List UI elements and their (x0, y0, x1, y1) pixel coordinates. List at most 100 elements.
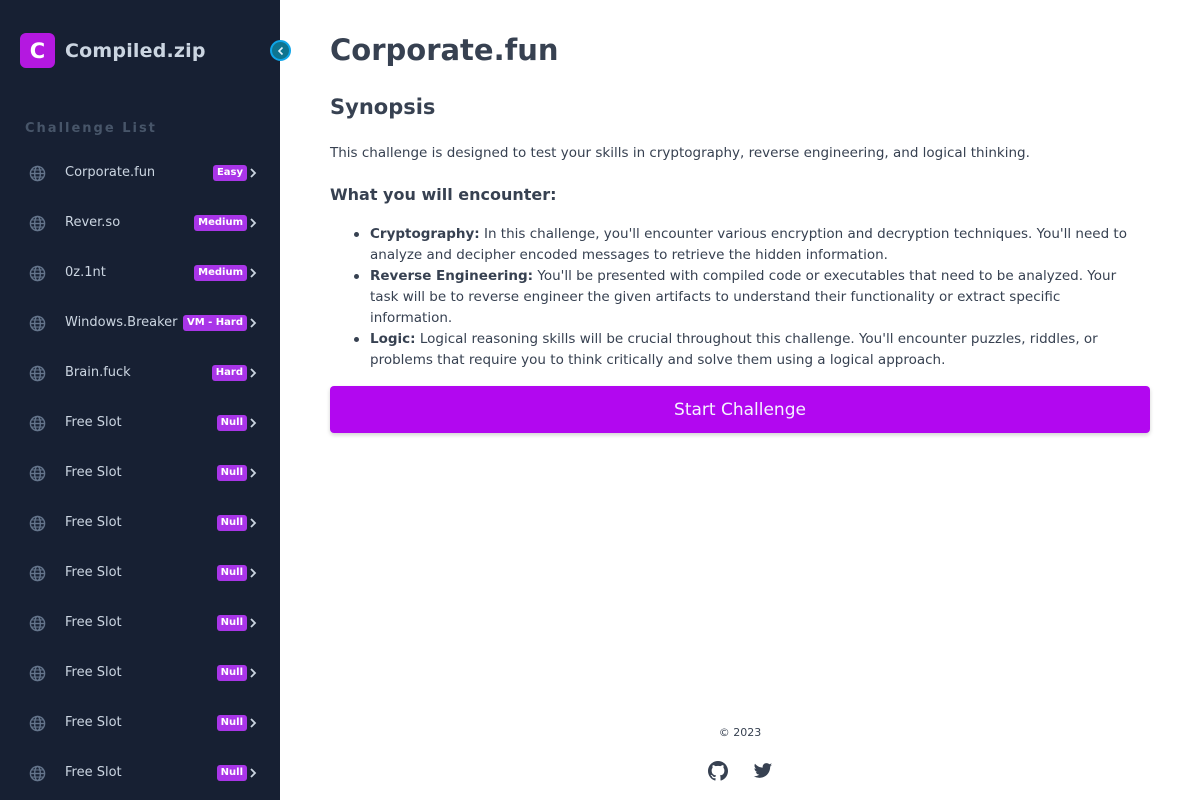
sidebar-item-label: Free Slot (65, 415, 122, 430)
globe-icon (29, 365, 46, 382)
encounter-item-logic: Logic: Logical reasoning skills will be … (330, 329, 1150, 371)
chevron-right-icon (250, 668, 257, 678)
globe-icon (29, 765, 46, 782)
encounter-desc-line1: In this challenge, you'll encounter vari… (483, 226, 1127, 242)
copyright: © 2023 (718, 726, 762, 739)
chevron-left-icon (277, 46, 283, 55)
sidebar-item[interactable]: Corporate.fun Easy (0, 148, 280, 198)
start-challenge-button[interactable]: Start Challenge (330, 386, 1150, 433)
challenge-list: Corporate.fun Easy Rever.so Medium 0z.1nt Med… (0, 148, 280, 798)
globe-icon (29, 215, 46, 232)
encounter-desc-line1: Logical reasoning skills will be crucial… (419, 331, 1098, 347)
sidebar-item[interactable]: Free Slot Null (0, 598, 280, 648)
encounter-item-reverse-engineering: Reverse Engineering: You'll be presented… (330, 266, 1150, 329)
chevron-right-icon (250, 218, 257, 228)
globe-icon (29, 315, 46, 332)
sidebar-item[interactable]: Free Slot Null (0, 498, 280, 548)
difficulty-badge: Easy (212, 165, 247, 181)
bullet-icon (354, 232, 359, 237)
collapse-sidebar-button[interactable] (270, 40, 291, 61)
difficulty-badge: Null (216, 565, 247, 581)
sidebar-item-label: Free Slot (65, 765, 122, 780)
sidebar-item[interactable]: Brain.fuck Hard (0, 348, 280, 398)
difficulty-badge: Null (216, 415, 247, 431)
encounter-desc-line3: information. (370, 310, 453, 326)
encounter-term: Logic: (370, 331, 416, 347)
bullet-icon (354, 337, 359, 342)
sidebar-item-label: Free Slot (65, 615, 122, 630)
brand-name: Compiled.zip (65, 39, 206, 62)
sidebar-item-label: Rever.so (65, 215, 121, 230)
sidebar-item[interactable]: Windows.Breaker VM - Hard (0, 298, 280, 348)
sidebar-item[interactable]: Free Slot Null (0, 548, 280, 598)
social-links (280, 761, 1200, 781)
difficulty-badge: Null (216, 615, 247, 631)
difficulty-badge: Medium (194, 215, 247, 231)
page-title: Corporate.fun (330, 33, 559, 67)
chevron-right-icon (250, 568, 257, 578)
footer: © 2023 (280, 726, 1200, 781)
chevron-right-icon (250, 268, 257, 278)
sidebar-item[interactable]: Free Slot Null (0, 748, 280, 798)
chevron-right-icon (250, 418, 257, 428)
twitter-icon[interactable] (753, 761, 773, 781)
encounter-term: Cryptography: (370, 226, 480, 242)
chevron-right-icon (250, 168, 257, 178)
chevron-right-icon (250, 518, 257, 528)
globe-icon (29, 565, 46, 582)
sidebar-item-label: Free Slot (65, 515, 122, 530)
chevron-right-icon (250, 368, 257, 378)
difficulty-badge: Null (216, 465, 247, 481)
bullet-icon (354, 274, 359, 279)
sidebar-item[interactable]: Free Slot Null (0, 648, 280, 698)
difficulty-badge: Null (216, 715, 247, 731)
difficulty-badge: VM - Hard (182, 315, 247, 331)
difficulty-badge: Null (216, 765, 247, 781)
encounter-heading: What you will encounter: (330, 185, 557, 204)
sidebar: C Compiled.zip Challenge List Corporate.… (0, 0, 280, 800)
brand-logo: C (20, 33, 55, 68)
globe-icon (29, 165, 46, 182)
sidebar-item[interactable]: Free Slot Null (0, 448, 280, 498)
globe-icon (29, 615, 46, 632)
challenge-list-heading: Challenge List (25, 121, 157, 136)
chevron-right-icon (250, 618, 257, 628)
encounter-list: Cryptography: In this challenge, you'll … (330, 224, 1150, 371)
sidebar-item-label: Free Slot (65, 465, 122, 480)
chevron-right-icon (250, 468, 257, 478)
encounter-desc-line2: problems that require you to think criti… (370, 352, 946, 368)
encounter-term: Reverse Engineering: (370, 268, 534, 284)
difficulty-badge: Null (216, 665, 247, 681)
encounter-desc-line1: You'll be presented with compiled code o… (537, 268, 1117, 284)
sidebar-item-label: Windows.Breaker (65, 315, 178, 330)
globe-icon (29, 515, 46, 532)
sidebar-item[interactable]: Free Slot Null (0, 698, 280, 748)
difficulty-badge: Hard (211, 365, 247, 381)
sidebar-item[interactable]: 0z.1nt Medium (0, 248, 280, 298)
sidebar-item[interactable]: Free Slot Null (0, 398, 280, 448)
globe-icon (29, 465, 46, 482)
synopsis-heading: Synopsis (330, 95, 436, 119)
sidebar-item-label: 0z.1nt (65, 265, 106, 280)
difficulty-badge: Medium (194, 265, 247, 281)
chevron-right-icon (250, 318, 257, 328)
sidebar-item-label: Free Slot (65, 565, 122, 580)
sidebar-item-label: Free Slot (65, 665, 122, 680)
sidebar-item-label: Corporate.fun (65, 165, 156, 180)
encounter-desc-line2: analyze and decipher encoded messages to… (370, 247, 888, 263)
github-icon[interactable] (707, 761, 728, 781)
brand[interactable]: C Compiled.zip (20, 33, 206, 68)
globe-icon (29, 265, 46, 282)
chevron-right-icon (250, 768, 257, 778)
synopsis-text: This challenge is designed to test your … (330, 145, 1030, 161)
encounter-item-cryptography: Cryptography: In this challenge, you'll … (330, 224, 1150, 266)
encounter-desc-line2: task will be to reverse engineer the giv… (370, 289, 1061, 305)
globe-icon (29, 415, 46, 432)
globe-icon (29, 665, 46, 682)
sidebar-item-label: Brain.fuck (65, 365, 131, 380)
globe-icon (29, 715, 46, 732)
sidebar-item[interactable]: Rever.so Medium (0, 198, 280, 248)
sidebar-item-label: Free Slot (65, 715, 122, 730)
difficulty-badge: Null (216, 515, 247, 531)
chevron-right-icon (250, 718, 257, 728)
